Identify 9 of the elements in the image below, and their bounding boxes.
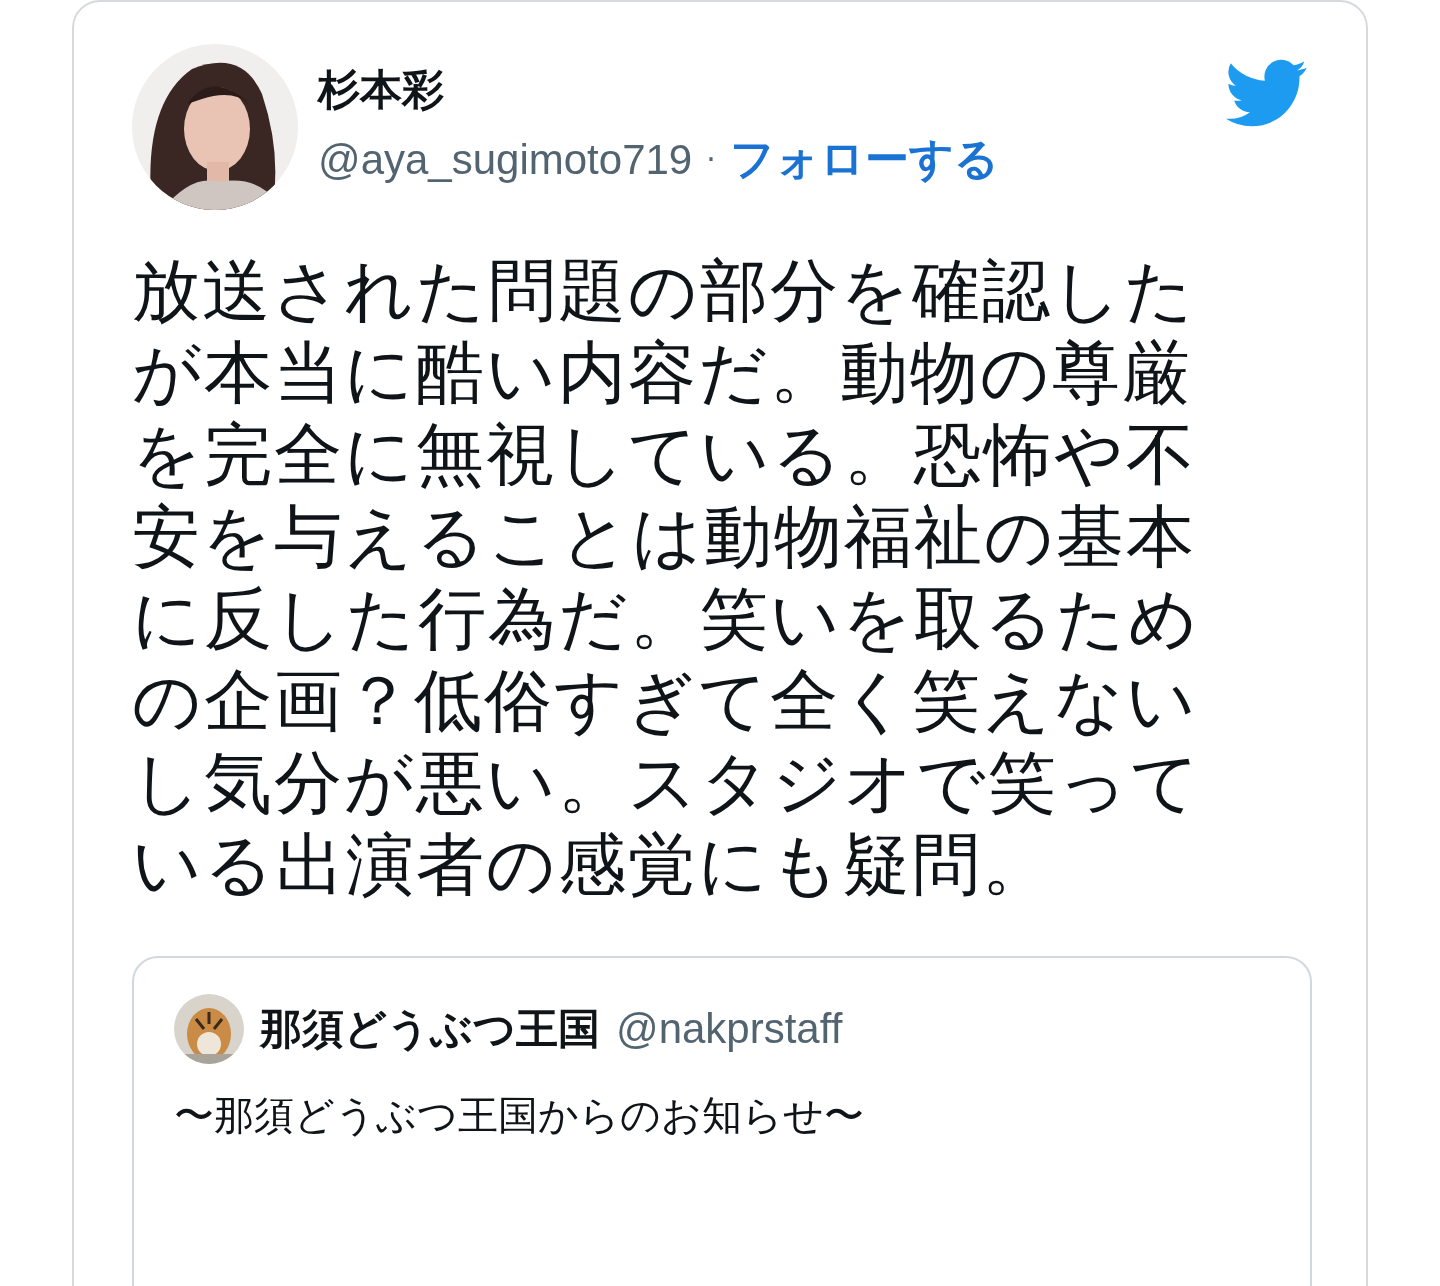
quoted-tweet-card[interactable]: 那須どうぶつ王国 @nakprstaff 〜那須どうぶつ王国からのお知らせ〜: [132, 956, 1312, 1286]
author-name[interactable]: 杉本彩: [318, 58, 1226, 122]
separator-dot: ·: [706, 142, 716, 177]
quoted-author-name: 那須どうぶつ王国: [260, 1003, 600, 1055]
quoted-tweet-text: 〜那須どうぶつ王国からのお知らせ〜: [174, 1091, 865, 1140]
tweet-text: 放送された問題の部分を確認したが本当に酷い内容だ。動物の尊厳を完全に無視している。恐怖や不安を与えることは動物福祉の基本に反した行為だ。笑いを取るための企画？低俗すぎて全く笑えないし気分が悪い。スタジオで笑っている出演者の感覚にも疑問。: [132, 250, 1203, 906]
follow-link[interactable]: フォローする: [729, 130, 999, 189]
author-handle[interactable]: @aya_sugimoto719: [318, 135, 693, 184]
quoted-author-handle: @nakprstaff: [616, 1005, 843, 1053]
